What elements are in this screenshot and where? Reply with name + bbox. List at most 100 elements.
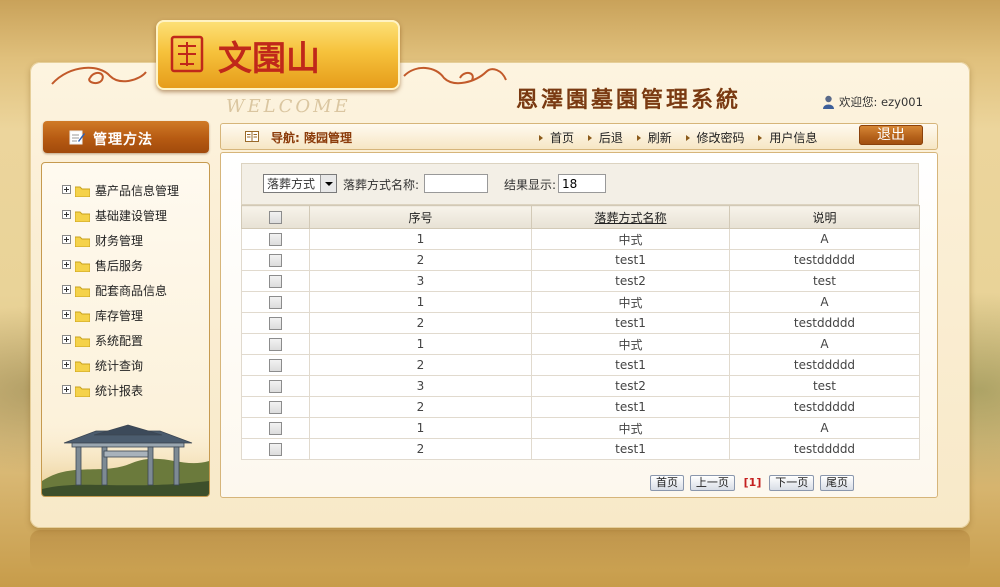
sidebar-item-system-config[interactable]: 系统配置: [62, 331, 179, 356]
burial-name-input[interactable]: [424, 174, 488, 193]
cell-name: 中式: [531, 417, 730, 439]
breadcrumb: 导航: 陵园管理: [271, 131, 352, 145]
nav-back-link[interactable]: 后退: [599, 131, 623, 145]
expand-icon[interactable]: [62, 285, 71, 294]
sidebar-item-finance[interactable]: 财务管理: [62, 231, 179, 256]
row-checkbox[interactable]: [269, 317, 282, 330]
cell-desc: test: [729, 270, 920, 292]
sidebar-item-product-info[interactable]: 墓产品信息管理: [62, 181, 179, 206]
chevron-down-icon[interactable]: [320, 175, 336, 192]
table-row: 1 中式 A: [241, 333, 920, 355]
row-checkbox[interactable]: [269, 401, 282, 414]
logo-text: 文園山: [218, 39, 320, 79]
logo-graphic: 文園山: [170, 35, 320, 79]
expand-icon[interactable]: [62, 210, 71, 219]
expand-icon[interactable]: [62, 360, 71, 369]
cell-desc: A: [729, 291, 920, 313]
result-label: 结果显示:: [504, 178, 557, 192]
cell-no: 2: [309, 396, 532, 418]
cell-name: 中式: [531, 333, 730, 355]
sidebar-title: 管理方法: [93, 132, 153, 148]
cell-desc: test: [729, 375, 920, 397]
filter-bar: 落葬方式 落葬方式名称: 结果显示:: [241, 163, 919, 205]
first-page-button[interactable]: 首页: [650, 475, 684, 491]
sidebar-item-inventory[interactable]: 库存管理: [62, 306, 179, 331]
select-all-header[interactable]: [241, 205, 310, 229]
cell-no: 1: [309, 417, 532, 439]
welcome-user: 欢迎您: ezy001: [822, 94, 923, 110]
row-checkbox[interactable]: [269, 359, 282, 372]
arrow-right-icon: [685, 135, 690, 141]
expand-icon[interactable]: [62, 235, 71, 244]
expand-icon[interactable]: [62, 260, 71, 269]
cell-name: test1: [531, 396, 730, 418]
row-checkbox[interactable]: [269, 275, 282, 288]
sidebar-item-infrastructure[interactable]: 基础建设管理: [62, 206, 179, 231]
table-row: 2 test1 testddddd: [241, 438, 920, 460]
cell-name: test1: [531, 249, 730, 271]
cell-name: test1: [531, 438, 730, 460]
table-row: 1 中式 A: [241, 417, 920, 439]
sidebar-item-label: 墓产品信息管理: [95, 184, 180, 198]
row-checkbox[interactable]: [269, 233, 282, 246]
expand-icon[interactable]: [62, 385, 71, 394]
cell-name: test2: [531, 270, 730, 292]
sidebar-item-label: 财务管理: [95, 234, 144, 248]
user-icon: [823, 95, 834, 109]
nav-bar: 导航: 陵园管理 首页 后退 刷新 修改密码 用户信息 退出: [220, 123, 938, 150]
row-checkbox[interactable]: [269, 422, 282, 435]
sidebar-item-after-sales[interactable]: 售后服务: [62, 256, 179, 281]
column-header-name[interactable]: 落葬方式名称: [531, 205, 730, 229]
cloud-ornament-right-icon: [403, 67, 507, 85]
nav-home-link[interactable]: 首页: [550, 131, 574, 145]
nav-change-password-link[interactable]: 修改密码: [697, 131, 745, 145]
nav-user-info-link[interactable]: 用户信息: [769, 131, 817, 145]
cell-desc: testddddd: [729, 312, 920, 334]
sidebar-item-label: 统计报表: [95, 384, 144, 398]
cell-no: 2: [309, 249, 532, 271]
book-icon: [245, 131, 259, 142]
arrow-right-icon: [539, 135, 543, 141]
expand-icon[interactable]: [62, 335, 71, 344]
sidebar-item-label: 统计查询: [95, 359, 144, 373]
folder-icon: [75, 311, 90, 322]
select-all-checkbox[interactable]: [269, 211, 282, 224]
cell-desc: A: [729, 228, 920, 250]
row-checkbox[interactable]: [269, 443, 282, 456]
column-header-name-label[interactable]: 落葬方式名称: [594, 211, 666, 225]
sidebar-item-accessories[interactable]: 配套商品信息: [62, 281, 179, 306]
sidebar-item-label: 售后服务: [95, 259, 144, 273]
cell-no: 2: [309, 438, 532, 460]
logo: 文園山: [156, 20, 400, 90]
cell-name: 中式: [531, 228, 730, 250]
row-checkbox[interactable]: [269, 380, 282, 393]
current-page: [1]: [743, 476, 762, 489]
folder-icon: [75, 186, 90, 197]
table-row: 2 test1 testddddd: [241, 312, 920, 334]
cell-no: 2: [309, 312, 532, 334]
row-checkbox[interactable]: [269, 338, 282, 351]
folder-icon: [75, 361, 90, 372]
row-checkbox[interactable]: [269, 296, 282, 309]
table-row: 2 test1 testddddd: [241, 396, 920, 418]
sidebar-item-stat-query[interactable]: 统计查询: [62, 356, 179, 381]
prev-page-button[interactable]: 上一页: [689, 475, 735, 491]
result-count-input[interactable]: [558, 174, 606, 193]
expand-icon[interactable]: [62, 310, 71, 319]
next-page-button[interactable]: 下一页: [769, 475, 815, 491]
burial-type-select[interactable]: 落葬方式: [263, 174, 337, 193]
sidebar-tree: 墓产品信息管理 基础建设管理 财务管理 售后服务 配套商品信息 库存管理 系统配…: [62, 181, 179, 406]
sidebar-item-stat-report[interactable]: 统计报表: [62, 381, 179, 406]
welcome-user-text: 欢迎您: ezy001: [839, 95, 923, 109]
arrow-right-icon: [758, 135, 763, 141]
cell-desc: A: [729, 417, 920, 439]
sidebar-panel: 墓产品信息管理 基础建设管理 财务管理 售后服务 配套商品信息 库存管理 系统配…: [41, 162, 210, 497]
expand-icon[interactable]: [62, 185, 71, 194]
nav-refresh-link[interactable]: 刷新: [648, 131, 672, 145]
last-page-button[interactable]: 尾页: [820, 475, 855, 491]
sidebar-item-label: 基础建设管理: [95, 209, 168, 223]
main-content: 落葬方式 落葬方式名称: 结果显示: 序号 落葬方式名称 说明 1中式A 2te…: [220, 152, 938, 498]
row-checkbox[interactable]: [269, 254, 282, 267]
cell-name: 中式: [531, 291, 730, 313]
logout-button[interactable]: 退出: [859, 125, 923, 145]
